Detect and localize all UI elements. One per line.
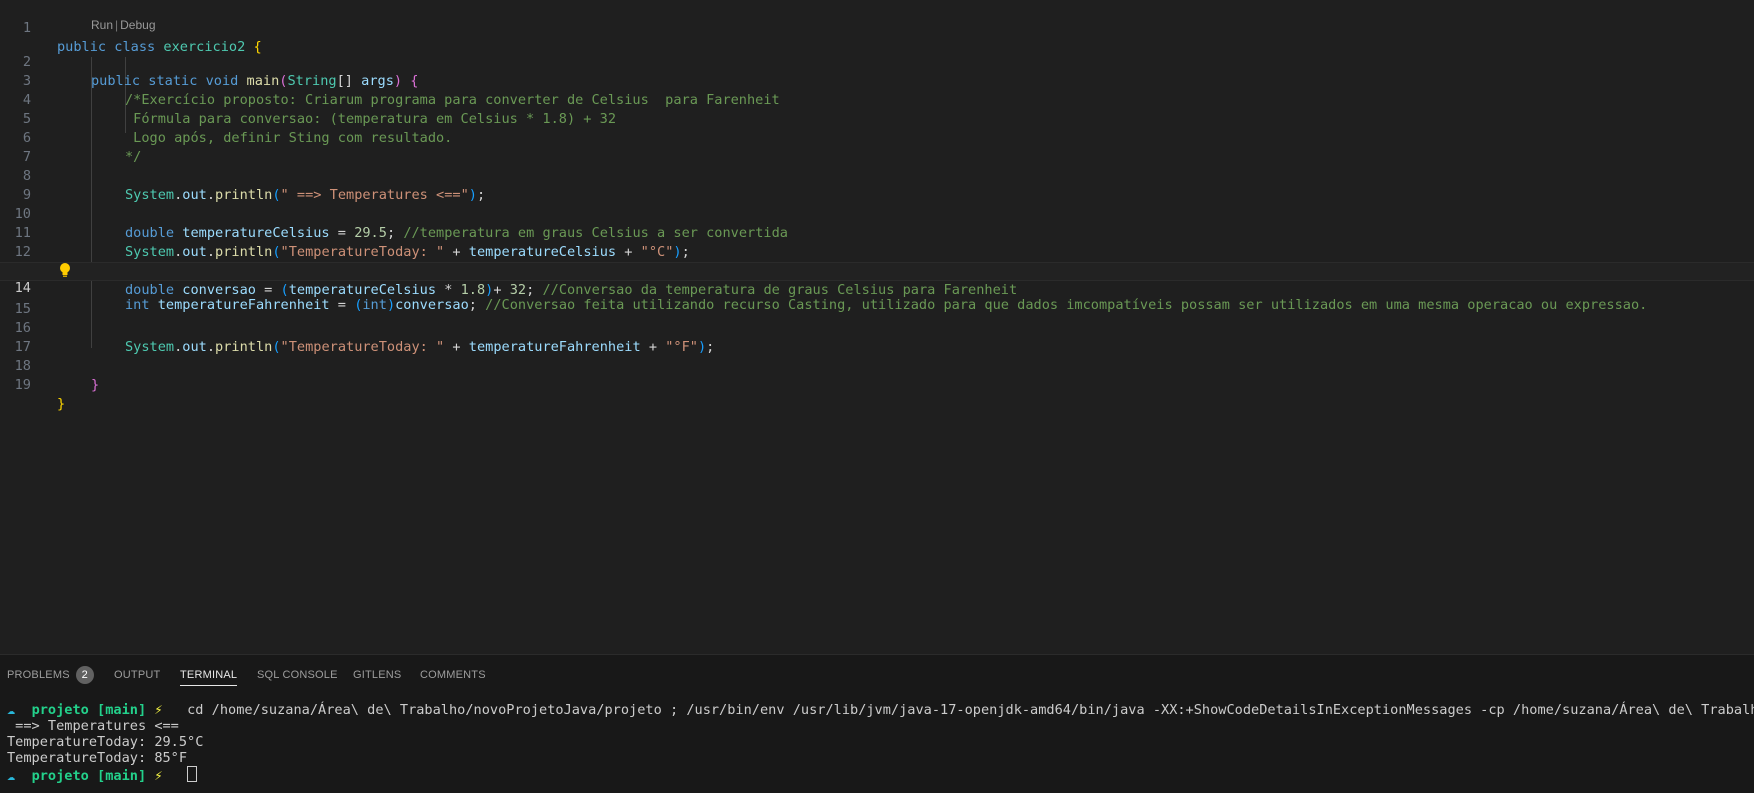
tab-comments[interactable]: COMMENTS [420,665,486,685]
tab-label: OUTPUT [114,669,161,681]
tab-output[interactable]: OUTPUT [114,665,160,685]
code-line[interactable]: 12 [0,224,1754,260]
problems-count-badge: 2 [75,666,94,684]
code-line[interactable]: 6 */ [0,110,1754,165]
code-line[interactable]: 1 public class exercicio2 { [0,0,1754,55]
code-line[interactable]: 5 Logo após, definir Sting com resultado… [0,91,1754,146]
code-line[interactable]: 3 /*Exercício proposto: Criarum programa… [0,53,1754,108]
prompt-branch: [main] [97,702,147,718]
tab-problems[interactable]: PROBLEMS 2 [7,665,94,685]
terminal-prompt-line: ☁ projeto [main] ⚡ [7,766,198,784]
bolt-icon: ⚡ [154,768,163,784]
codelens: Run | Debug [91,17,156,33]
tab-gitlens[interactable]: GITLENS [353,665,401,685]
bolt-icon: ⚡ [154,702,163,718]
code-text: } [57,396,66,412]
code-line[interactable]: 16 System.out.println("TemperatureToday:… [0,300,1754,355]
bottom-panel: PROBLEMS 2 OUTPUT TERMINAL SQL CONSOLE GI… [0,654,1754,793]
terminal-output-line: TemperatureToday: 29.5°C [7,734,204,750]
panel-tabs: PROBLEMS 2 OUTPUT TERMINAL SQL CONSOLE GI… [0,655,1754,691]
code-line[interactable]: 11 System.out.println("TemperatureToday:… [0,205,1754,260]
code-editor[interactable]: Run | Debug 1 public class exercicio2 { 2 … [0,0,1754,654]
code-line[interactable]: 4 Fórmula para conversao: (temperatura e… [0,72,1754,127]
code-line[interactable]: 19 } [0,357,1754,412]
code-line[interactable]: 8 System.out.println(" ==> Temperatures … [0,148,1754,203]
line-number: 19 [14,377,31,393]
prompt-dir: projeto [31,702,89,718]
terminal-output-line: ==> Temperatures <== [7,718,179,734]
tab-label: COMMENTS [420,669,486,681]
code-line[interactable]: 18 } [0,338,1754,393]
code-line-current[interactable]: 14 int temperatureFahrenheit = (int)conv… [0,262,1754,313]
code-line[interactable]: 7 [0,129,1754,165]
code-line[interactable]: 15 [0,281,1754,317]
terminal-command: cd /home/suzana/Área\ de\ Trabalho/novoP… [187,702,1754,718]
codelens-run[interactable]: Run [91,18,113,32]
code-line[interactable]: 10 double temperatureCelsius = 29.5; //t… [0,186,1754,241]
codelens-separator: | [115,18,119,32]
prompt-dir: projeto [31,768,89,784]
code-line[interactable]: 17 [0,319,1754,355]
cloud-icon: ☁ [7,768,16,784]
tab-label: TERMINAL [180,669,238,681]
tab-label: SQL CONSOLE [257,669,338,681]
code-line[interactable]: 9 [0,167,1754,203]
tab-label: GITLENS [353,669,402,681]
lightbulb-icon[interactable] [58,262,72,278]
tab-terminal[interactable]: TERMINAL [180,665,238,686]
terminal-output-line: TemperatureToday: 85°F [7,750,188,766]
code-line[interactable]: 2 public static void main(String[] args)… [0,34,1754,89]
code-text: } [91,377,100,393]
terminal-command-line: ☁ projeto [main] ⚡ cd /home/suzana/Área\… [7,702,1754,718]
tab-label: PROBLEMS [7,669,70,681]
cloud-icon: ☁ [7,702,16,718]
codelens-debug[interactable]: Debug [120,18,155,32]
terminal-cursor [187,766,198,782]
prompt-branch: [main] [97,768,147,784]
code-line[interactable]: 13 double conversao = (temperatureCelsiu… [0,243,1754,298]
tab-sql-console[interactable]: SQL CONSOLE [257,665,338,685]
